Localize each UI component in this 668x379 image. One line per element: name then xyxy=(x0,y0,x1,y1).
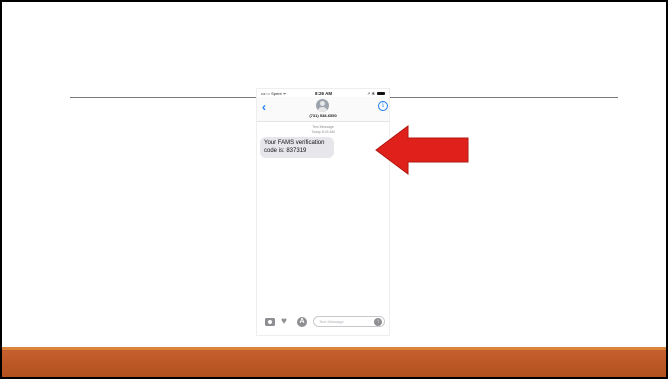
info-icon[interactable]: i xyxy=(378,101,388,111)
conversation-header: ‹ (731) 538-6550 i xyxy=(257,97,389,122)
contact-number[interactable]: (731) 538-6550 xyxy=(257,113,389,118)
slide: •••○○ Sprint ᯤ 8:26 AM ↗ ✻ ‹ (731) 538-6… xyxy=(2,2,666,377)
back-chevron-icon[interactable]: ‹ xyxy=(262,101,271,113)
message-timestamp: Text Message Today 8:24 AM xyxy=(257,125,389,134)
received-message-bubble[interactable]: Your FAMS verification code is: 837319 xyxy=(260,137,334,158)
heart-digital-touch-icon[interactable]: ♥ xyxy=(281,316,287,328)
app-store-icon[interactable]: A xyxy=(297,317,307,327)
send-arrow-icon[interactable]: ↑ xyxy=(374,317,382,326)
person-avatar-icon[interactable] xyxy=(316,99,329,112)
phone-screenshot: •••○○ Sprint ᯤ 8:26 AM ↗ ✻ ‹ (731) 538-6… xyxy=(256,88,390,336)
message-input-bar: ♥ A Text Message ↑ xyxy=(257,314,389,330)
camera-icon[interactable] xyxy=(265,318,275,326)
message-date-label: Today 8:24 AM xyxy=(311,129,335,134)
horizontal-rule-left xyxy=(70,97,258,98)
battery-icon xyxy=(377,91,385,95)
horizontal-rule-right xyxy=(388,97,618,98)
red-arrow-icon xyxy=(375,125,469,175)
status-time: 8:26 AM xyxy=(315,91,333,96)
location-bluetooth-icons: ↗ ✻ xyxy=(367,91,375,96)
footer-bar xyxy=(2,347,666,377)
